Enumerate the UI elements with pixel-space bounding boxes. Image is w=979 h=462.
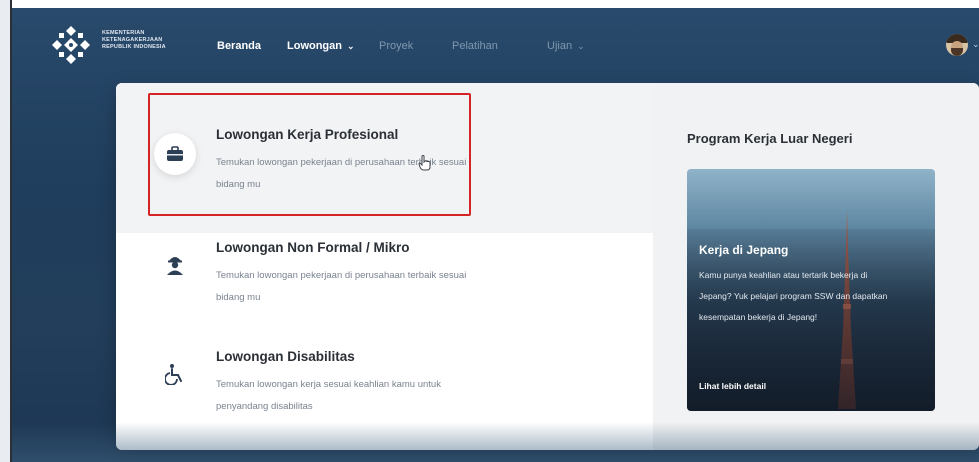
jobs-menu-list: Lowongan Kerja Profesional Temukan lowon… bbox=[116, 83, 653, 450]
org-line-2: KETENAGAKERJAAN bbox=[102, 37, 163, 43]
overseas-program-panel: Program Kerja Luar Negeri Kerja di Jepan… bbox=[653, 83, 979, 450]
program-heading: Program Kerja Luar Negeri bbox=[687, 131, 853, 146]
nav-training[interactable]: Pelatihan bbox=[452, 40, 498, 52]
screenshot-frame: KEMENTERIAN KETENAGAKERJAAN REPUBLIK IND… bbox=[0, 0, 979, 462]
worker-icon bbox=[154, 243, 196, 285]
menu-item-description: Temukan lowongan pekerjaan di perusahaan… bbox=[216, 270, 467, 303]
card-title: Kerja di Jepang bbox=[699, 243, 789, 257]
ministry-name: KEMENTERIAN KETENAGAKERJAAN REPUBLIK IND… bbox=[102, 30, 192, 51]
menu-item-disability-jobs[interactable]: Lowongan Disabilitas Temukan lowongan ke… bbox=[116, 83, 653, 412]
card-description: Kamu punya keahlian atau tertarik bekerj… bbox=[699, 270, 888, 322]
user-avatar-icon[interactable] bbox=[946, 34, 968, 56]
nav-home-label: Beranda bbox=[217, 40, 262, 52]
nav-jobs-label: Lowongan bbox=[287, 40, 342, 52]
top-navbar: KEMENTERIAN KETENAGAKERJAAN REPUBLIK IND… bbox=[12, 8, 979, 80]
nav-home[interactable]: Beranda bbox=[217, 40, 261, 52]
menu-item-title: Lowongan Non Formal / Mikro bbox=[216, 240, 410, 255]
card-detail-link[interactable]: Lihat lebih detail bbox=[699, 381, 766, 391]
nav-jobs[interactable]: Lowongan ⌄ bbox=[287, 40, 355, 52]
nav-exam[interactable]: Ujian ⌄ bbox=[547, 40, 585, 52]
menu-item-title: Lowongan Disabilitas bbox=[216, 349, 355, 364]
jobs-dropdown-menu: Lowongan Kerja Profesional Temukan lowon… bbox=[116, 83, 979, 450]
nav-project-label: Proyek bbox=[379, 40, 414, 52]
menu-item-description: Temukan lowongan kerja sesuai keahlian k… bbox=[216, 379, 441, 412]
page-background: KEMENTERIAN KETENAGAKERJAAN REPUBLIK IND… bbox=[12, 8, 979, 462]
hand-cursor-icon bbox=[418, 155, 432, 171]
nav-training-label: Pelatihan bbox=[452, 40, 498, 52]
org-line-1: KEMENTERIAN bbox=[102, 30, 145, 36]
nav-exam-label: Ujian bbox=[547, 40, 573, 52]
chevron-down-icon: ⌄ bbox=[347, 41, 355, 51]
window-edge bbox=[0, 0, 12, 462]
chevron-down-icon[interactable]: ⌄ bbox=[972, 39, 979, 50]
wheelchair-icon bbox=[154, 353, 196, 395]
ministry-logo-icon[interactable] bbox=[50, 24, 92, 66]
nav-project[interactable]: Proyek bbox=[379, 40, 413, 52]
chevron-down-icon: ⌄ bbox=[577, 41, 585, 51]
org-line-3: REPUBLIK INDONESIA bbox=[102, 44, 166, 50]
japan-program-card[interactable]: Kerja di Jepang Kamu punya keahlian atau… bbox=[687, 169, 935, 411]
